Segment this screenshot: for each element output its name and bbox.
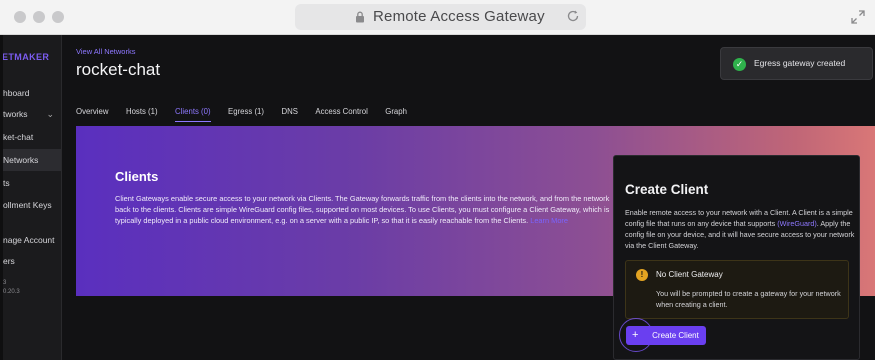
- sidebar-item-label: ers: [3, 256, 15, 266]
- success-toast[interactable]: ✓ Egress gateway created: [720, 47, 873, 80]
- toast-message: Egress gateway created: [754, 58, 846, 68]
- plus-icon: +: [632, 329, 639, 341]
- hero-title: Clients: [115, 169, 159, 184]
- tab-overview[interactable]: Overview: [76, 107, 109, 121]
- address-bar[interactable]: Remote Access Gateway: [295, 4, 586, 30]
- sidebar-item-label: ts: [3, 178, 10, 188]
- warning-title: No Client Gateway: [656, 270, 723, 279]
- panel-title: Create Client: [625, 182, 709, 197]
- check-circle-icon: ✓: [733, 58, 746, 71]
- sidebar-item-users[interactable]: ers: [3, 250, 61, 272]
- chevron-down-icon: ⌄: [46, 109, 54, 119]
- version-label: 3: [3, 280, 7, 286]
- sidebar-item-rocket-chat[interactable]: ket-chat: [3, 126, 61, 148]
- tab-hosts[interactable]: Hosts (1): [126, 107, 158, 121]
- window-close-dot[interactable]: [14, 11, 26, 23]
- sidebar-item-label: ollment Keys: [3, 200, 52, 210]
- sidebar-item-hosts[interactable]: ts: [3, 172, 61, 194]
- expand-icon[interactable]: [851, 10, 865, 24]
- tab-egress[interactable]: Egress (1): [228, 107, 264, 121]
- hero-description: Client Gateways enable secure access to …: [115, 193, 610, 226]
- create-client-panel: Create Client Enable remote access to yo…: [613, 155, 860, 360]
- window-zoom-dot[interactable]: [52, 11, 64, 23]
- main-content: View All Networks rocket-chat Overview H…: [62, 35, 875, 360]
- network-tabs: Overview Hosts (1) Clients (0) Egress (1…: [76, 101, 420, 122]
- reload-icon[interactable]: [566, 9, 580, 23]
- version-number: 0.20.3: [3, 289, 20, 295]
- tab-graph[interactable]: Graph: [385, 107, 407, 121]
- lock-icon: [356, 11, 364, 23]
- sidebar-item-label: hboard: [3, 88, 30, 98]
- brand-logo: ETMAKER: [3, 52, 50, 62]
- tab-dns[interactable]: DNS: [281, 107, 297, 121]
- warning-body: You will be prompted to create a gateway…: [656, 289, 841, 309]
- sidebar-item-manage-account[interactable]: nage Account: [3, 229, 61, 251]
- sidebar-item-enrollment-keys[interactable]: ollment Keys: [3, 194, 61, 216]
- create-client-button[interactable]: + Create Client: [626, 326, 706, 345]
- view-all-networks-link[interactable]: View All Networks: [76, 47, 135, 56]
- sidebar-item-label: nage Account: [3, 235, 55, 245]
- page-url-title: Remote Access Gateway: [373, 8, 545, 25]
- warning-icon: !: [636, 269, 648, 281]
- create-client-button-label: Create Client: [652, 331, 699, 340]
- sidebar-item-label: tworks: [3, 109, 28, 119]
- sidebar: ETMAKER hboard tworks ⌄ ket-chat Networks…: [3, 35, 62, 360]
- panel-description: Enable remote access to your network wit…: [625, 207, 855, 251]
- sidebar-item-dashboard[interactable]: hboard: [3, 82, 61, 104]
- sidebar-item-networks[interactable]: tworks ⌄: [3, 103, 61, 125]
- tab-access-control[interactable]: Access Control: [315, 107, 367, 121]
- sidebar-item-label: Networks: [3, 155, 39, 165]
- sidebar-item-all-networks[interactable]: Networks: [3, 149, 61, 171]
- tab-clients[interactable]: Clients (0): [175, 107, 211, 122]
- wireguard-link[interactable]: (WireGuard): [777, 219, 817, 228]
- page-title: rocket-chat: [76, 60, 161, 79]
- window-minimize-dot[interactable]: [33, 11, 45, 23]
- learn-more-link[interactable]: Learn More: [530, 216, 568, 225]
- no-gateway-warning: ! No Client Gateway You will be prompted…: [625, 260, 849, 319]
- sidebar-item-label: ket-chat: [3, 132, 34, 142]
- browser-toolbar: Remote Access Gateway: [0, 0, 875, 35]
- app-window: ETMAKER hboard tworks ⌄ ket-chat Networks…: [3, 35, 875, 360]
